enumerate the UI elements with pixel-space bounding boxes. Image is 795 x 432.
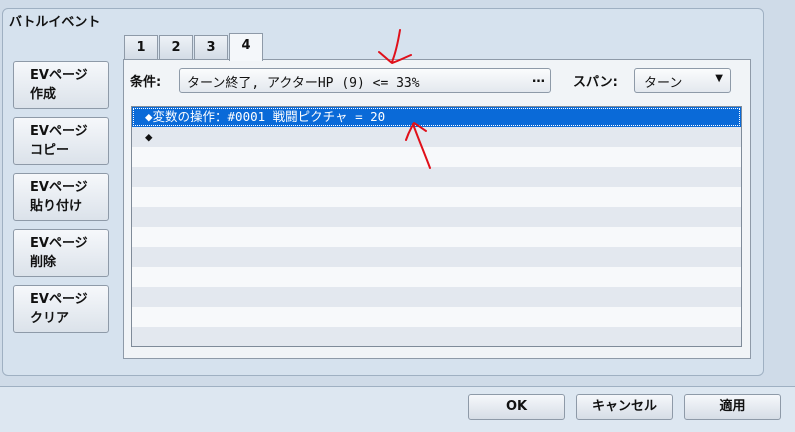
paste-page-label-1: EVページ [30, 180, 88, 195]
condition-field[interactable]: ターン終了, アクターHP (9) <= 33% … [179, 68, 551, 93]
copy-page-label-2: コピー [30, 143, 70, 158]
new-page-label-1: EVページ [30, 68, 88, 83]
empty-row [132, 267, 741, 287]
apply-button[interactable]: 適用 [684, 394, 781, 420]
new-page-label-2: 作成 [30, 87, 57, 102]
cancel-button[interactable]: キャンセル [576, 394, 673, 420]
condition-value: ターン終了, アクターHP (9) <= 33% [187, 76, 420, 91]
paste-page-button[interactable]: EVページ 貼り付け [13, 173, 109, 221]
tab-page-3[interactable]: 3 [194, 35, 228, 59]
empty-row [132, 247, 741, 267]
copy-page-button[interactable]: EVページ コピー [13, 117, 109, 165]
empty-row [132, 227, 741, 247]
span-select[interactable]: ターン ▼ [634, 68, 731, 93]
empty-row [132, 307, 741, 327]
ok-button[interactable]: OK [468, 394, 565, 420]
chevron-down-icon: ▼ [715, 73, 723, 84]
empty-row [132, 287, 741, 307]
tab-page-1[interactable]: 1 [124, 35, 158, 59]
group-title: バトルイベント [9, 15, 101, 30]
clear-page-button[interactable]: EVページ クリア [13, 285, 109, 333]
delete-page-label-2: 削除 [30, 255, 57, 270]
clear-page-label-1: EVページ [30, 292, 88, 307]
delete-page-button[interactable]: EVページ 削除 [13, 229, 109, 277]
tab-page-4[interactable]: 4 [229, 33, 263, 61]
empty-row [132, 167, 741, 187]
empty-row [132, 327, 741, 346]
command-row[interactable]: ◆ [132, 127, 741, 147]
new-page-button[interactable]: EVページ 作成 [13, 61, 109, 109]
command-row[interactable]: ◆変数の操作：#0001 戦闘ピクチャ = 20 [132, 107, 741, 127]
condition-more-button[interactable]: … [532, 71, 545, 86]
paste-page-label-2: 貼り付け [30, 199, 83, 214]
clear-page-label-2: クリア [30, 311, 70, 326]
copy-page-label-1: EVページ [30, 124, 88, 139]
empty-row [132, 147, 741, 167]
tab-page-2[interactable]: 2 [159, 35, 193, 59]
span-value: ターン [644, 76, 683, 91]
empty-row [132, 207, 741, 227]
empty-row [132, 187, 741, 207]
command-list[interactable]: ◆変数の操作：#0001 戦闘ピクチャ = 20 ◆ [131, 106, 742, 347]
condition-label: 条件: [130, 75, 162, 90]
delete-page-label-1: EVページ [30, 236, 88, 251]
span-label: スパン: [573, 75, 618, 90]
